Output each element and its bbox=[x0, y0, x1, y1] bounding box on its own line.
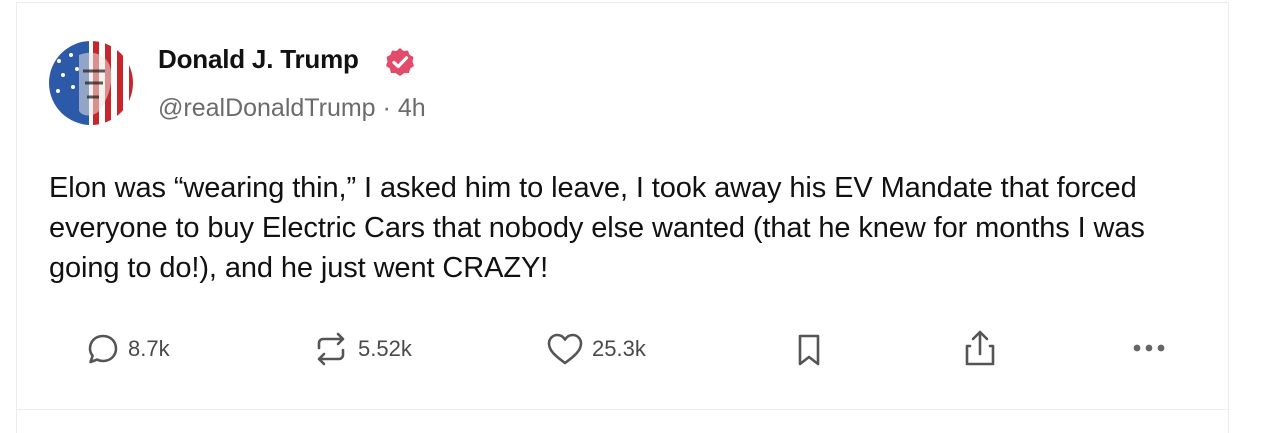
retruth-icon bbox=[317, 332, 345, 366]
heart-icon bbox=[547, 333, 583, 365]
share-icon bbox=[965, 330, 995, 366]
post-text: Elon was “wearing thin,” I asked him to … bbox=[49, 172, 1145, 284]
action-bar: 8.7k 5.52k 25.3k bbox=[0, 328, 1272, 372]
share-button[interactable] bbox=[961, 328, 999, 368]
post-meta: @realDonaldTrump · 4h bbox=[158, 94, 426, 123]
more-dots-icon bbox=[1133, 344, 1165, 352]
bookmark-button[interactable] bbox=[793, 332, 825, 368]
bookmark-icon bbox=[798, 334, 820, 366]
avatar-image bbox=[49, 41, 133, 125]
next-post-card bbox=[16, 410, 1229, 433]
more-options-button[interactable] bbox=[1130, 336, 1170, 360]
reply-button[interactable]: 8.7k bbox=[86, 332, 170, 366]
retruth-count: 5.52k bbox=[358, 336, 412, 361]
reply-count: 8.7k bbox=[128, 336, 170, 361]
avatar[interactable] bbox=[49, 41, 133, 125]
like-button[interactable]: 25.3k bbox=[546, 332, 646, 366]
reply-bubble-icon bbox=[88, 334, 118, 364]
post-timestamp[interactable]: 4h bbox=[398, 94, 426, 122]
verified-badge-icon bbox=[384, 46, 416, 78]
meta-separator: · bbox=[382, 94, 391, 122]
like-count: 25.3k bbox=[592, 336, 646, 361]
retruth-button[interactable]: 5.52k bbox=[312, 332, 412, 366]
author-name[interactable]: Donald J. Trump bbox=[158, 44, 359, 75]
author-handle[interactable]: @realDonaldTrump bbox=[158, 94, 376, 122]
